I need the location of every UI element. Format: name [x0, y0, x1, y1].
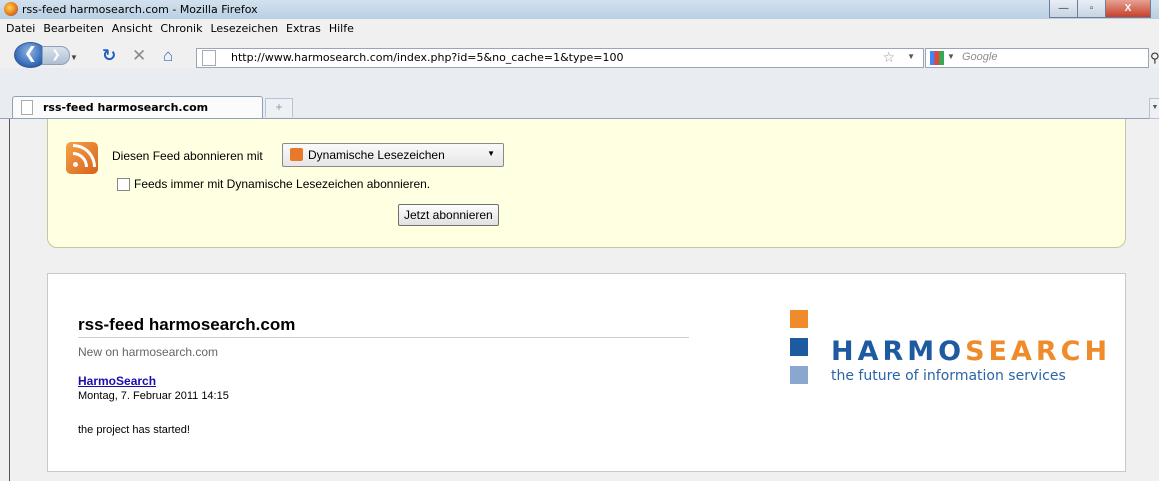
window-controls: — ▫ X — [1049, 0, 1151, 18]
tab-rss-feed[interactable]: rss-feed harmosearch.com — [12, 96, 263, 118]
page-favicon-icon — [202, 50, 216, 66]
logo-square-blue — [790, 338, 808, 356]
back-icon: ❮ — [23, 45, 38, 62]
new-tab-button[interactable]: + — [265, 98, 293, 117]
close-button[interactable]: X — [1105, 0, 1151, 18]
menu-hilfe[interactable]: Hilfe — [325, 22, 358, 35]
always-subscribe-label[interactable]: Feeds immer mit Dynamische Lesezeichen a… — [134, 177, 430, 191]
page-content: Diesen Feed abonnieren mit Dynamische Le… — [9, 119, 1159, 481]
feed-title: rss-feed harmosearch.com — [78, 315, 296, 334]
forward-icon: ❯ — [51, 49, 61, 61]
minimize-button[interactable]: — — [1049, 0, 1078, 18]
feed-body: rss-feed harmosearch.com New on harmosea… — [47, 273, 1126, 472]
url-text[interactable]: http://www.harmosearch.com/index.php?id=… — [231, 51, 623, 64]
url-bar[interactable]: http://www.harmosearch.com/index.php?id=… — [196, 48, 924, 68]
logo-tagline: the future of information services — [831, 368, 1066, 384]
tab-favicon-icon — [21, 100, 33, 115]
reload-icon[interactable]: ↻ — [102, 47, 116, 64]
search-engine-icon[interactable] — [930, 51, 944, 65]
window-title: rss-feed harmosearch.com - Mozilla Firef… — [22, 3, 258, 16]
harmosearch-logo: HARMOSEARCH the future of information se… — [790, 310, 1107, 390]
feed-title-divider — [78, 337, 689, 338]
close-icon: X — [1124, 3, 1132, 14]
engine-dropdown-icon[interactable]: ▼ — [947, 52, 955, 61]
search-bar[interactable]: ▼ Google — [925, 48, 1149, 68]
bookmark-star-icon[interactable]: ☆ — [882, 49, 895, 66]
feed-subtitle: New on harmosearch.com — [78, 345, 219, 359]
rss-icon — [66, 142, 98, 174]
logo-wordmark: HARMOSEARCH — [831, 336, 1112, 367]
entry-date: Montag, 7. Februar 2011 14:15 — [78, 390, 229, 402]
firefox-icon — [4, 2, 18, 16]
search-go-icon[interactable]: ⚲ — [1150, 50, 1159, 66]
entry-text: the project has started! — [78, 424, 190, 436]
window-titlebar: rss-feed harmosearch.com - Mozilla Firef… — [0, 0, 1159, 19]
tab-list-dropdown-icon[interactable]: ▼ — [1149, 98, 1159, 119]
menu-datei[interactable]: Datei — [0, 22, 39, 35]
search-input[interactable]: Google — [962, 51, 997, 63]
logo-square-light-blue — [790, 366, 808, 384]
feed-subscribe-box: Diesen Feed abonnieren mit Dynamische Le… — [47, 119, 1126, 248]
home-icon[interactable]: ⌂ — [163, 47, 173, 64]
menu-bar: Datei Bearbeiten Ansicht Chronik Lesezei… — [0, 19, 1159, 38]
plus-icon: + — [275, 100, 283, 114]
menu-bearbeiten[interactable]: Bearbeiten — [39, 22, 107, 35]
maximize-icon: ▫ — [1089, 3, 1094, 14]
stop-icon[interactable]: ✕ — [132, 47, 146, 64]
subscribe-now-button[interactable]: Jetzt abonnieren — [398, 204, 499, 226]
menu-lesezeichen[interactable]: Lesezeichen — [206, 22, 282, 35]
tab-bar: rss-feed harmosearch.com + ▼ — [0, 68, 1159, 119]
entry-title-link[interactable]: HarmoSearch — [78, 374, 156, 388]
history-dropdown-icon[interactable]: ▼ — [70, 53, 78, 62]
always-subscribe-checkbox[interactable] — [117, 178, 130, 191]
tab-title: rss-feed harmosearch.com — [43, 101, 209, 114]
url-dropdown-icon[interactable]: ▼ — [907, 52, 915, 61]
feed-reader-select[interactable]: Dynamische Lesezeichen ▼ — [282, 143, 504, 167]
subscribe-label: Diesen Feed abonnieren mit — [112, 149, 263, 163]
logo-square-orange — [790, 310, 808, 328]
menu-chronik[interactable]: Chronik — [156, 22, 206, 35]
chevron-down-icon: ▼ — [487, 149, 495, 158]
navigation-toolbar: ❮ ❯ ▼ ↻ ✕ ⌂ http://www.harmosearch.com/i… — [0, 38, 1159, 68]
reader-select-value: Dynamische Lesezeichen — [308, 148, 445, 162]
minimize-icon: — — [1058, 3, 1069, 14]
menu-ansicht[interactable]: Ansicht — [108, 22, 157, 35]
forward-button[interactable]: ❯ — [42, 46, 70, 65]
maximize-button[interactable]: ▫ — [1077, 0, 1106, 18]
reader-rss-icon — [290, 148, 303, 161]
menu-extras[interactable]: Extras — [282, 22, 325, 35]
